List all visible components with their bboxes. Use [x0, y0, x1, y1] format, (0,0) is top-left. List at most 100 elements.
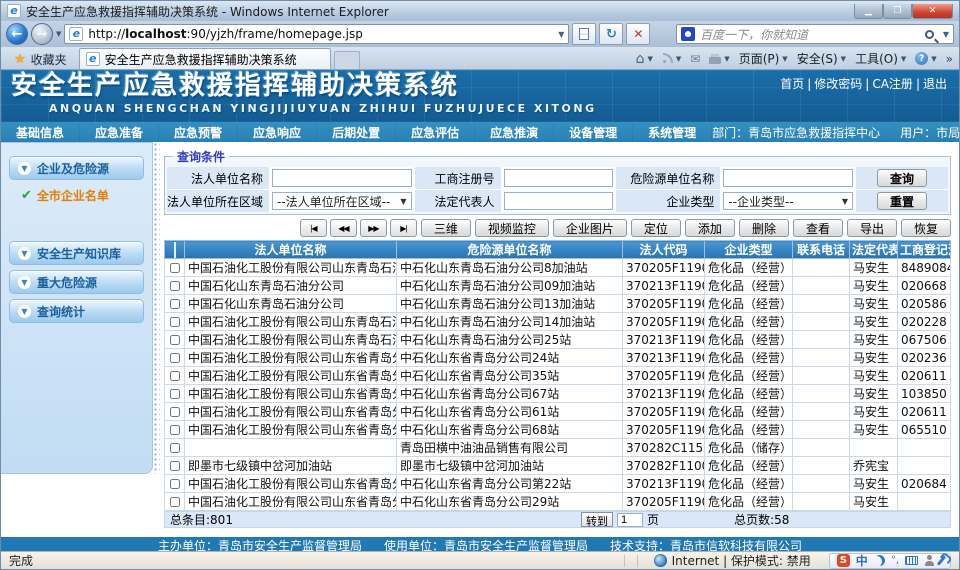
region-select[interactable]: --法人单位所在区域-- ▼	[272, 192, 412, 210]
nav-item[interactable]: 应急评估	[396, 124, 475, 141]
row-checkbox[interactable]	[170, 425, 180, 435]
table-row[interactable]: 中国石油化工股份有限公司山东青岛石油分公司 中石化山东青岛石油分公司14加油站 …	[165, 313, 951, 331]
address-input[interactable]: e http://localhost:90/yjzh/frame/homepag…	[64, 24, 569, 44]
row-checkbox[interactable]	[170, 353, 180, 363]
row-checkbox[interactable]	[170, 407, 180, 417]
pager-button[interactable]: ▶▶	[360, 219, 387, 237]
table-row[interactable]: 中国石油化工股份有限公司山东省青岛分公司 中石化山东省青岛分公司24站 3702…	[165, 349, 951, 367]
sidebar-group-major-hazard[interactable]: ▼ 重大危险源	[9, 270, 144, 294]
reset-button[interactable]: 重置	[877, 192, 927, 210]
row-checkbox[interactable]	[170, 443, 180, 453]
column-header[interactable]: 法人单位名称	[185, 241, 397, 259]
pager-button[interactable]: ◀◀	[330, 219, 357, 237]
toolbar-button[interactable]: 三维	[421, 219, 471, 237]
table-row[interactable]: 中国石油化工股份有限公司山东青岛石油分公司 中石化山东青岛石油分公司25站 37…	[165, 331, 951, 349]
minimize-button[interactable]: ▁	[854, 4, 883, 19]
toolbar-button[interactable]: 查看	[793, 219, 843, 237]
pager-button[interactable]: |◀	[300, 219, 327, 237]
header-link[interactable]: 修改密码	[804, 75, 862, 92]
home-button[interactable]: ⌂▼	[636, 51, 653, 67]
column-header[interactable]: 工商登记注册号	[898, 241, 951, 259]
table-row[interactable]: 中国石油化工股份有限公司山东省青岛分公司 中石化山东省青岛分公司29站 3702…	[165, 493, 951, 511]
nav-item[interactable]: 系统管理	[633, 124, 712, 141]
fullwidth-moon-icon[interactable]	[874, 555, 885, 566]
nav-item[interactable]: 应急准备	[80, 124, 159, 141]
help-button[interactable]: ?▼	[915, 52, 936, 65]
row-checkbox[interactable]	[170, 263, 180, 273]
row-checkbox[interactable]	[170, 497, 180, 507]
nav-item[interactable]: 设备管理	[554, 124, 633, 141]
column-header[interactable]: 企业类型	[705, 241, 793, 259]
row-checkbox[interactable]	[170, 317, 180, 327]
header-link[interactable]: 退出	[913, 75, 947, 92]
history-dropdown-icon[interactable]: ▼	[56, 30, 61, 38]
read-mail-button[interactable]: ✉	[690, 52, 700, 66]
punctuation-icon[interactable]: °,	[891, 555, 899, 566]
url-dropdown-icon[interactable]: ▼	[558, 30, 564, 39]
account-icon[interactable]	[924, 555, 934, 566]
row-checkbox[interactable]	[170, 479, 180, 489]
header-link[interactable]: 首页	[780, 75, 804, 92]
sidebar-group-enterprise-hazard[interactable]: ▼ 企业及危险源	[9, 156, 144, 180]
feeds-button[interactable]: ▼	[662, 53, 681, 64]
compatibility-view-button[interactable]	[572, 23, 596, 45]
table-row[interactable]: 中国石化山东青岛石油分公司 中石化山东青岛石油分公司09加油站 370213F1…	[165, 277, 951, 295]
toolbar-button[interactable]: 定位	[631, 219, 681, 237]
toolbar-button[interactable]: 导出	[847, 219, 897, 237]
close-button[interactable]: ✕	[912, 4, 953, 19]
corp-name-input[interactable]	[272, 169, 412, 187]
page-number-input[interactable]	[617, 513, 643, 527]
sidebar-splitter[interactable]	[153, 142, 160, 474]
sidebar-item-city-enterprise-list[interactable]: ✔ 全市企业名单	[7, 180, 146, 214]
row-checkbox[interactable]	[170, 335, 180, 345]
search-input[interactable]: 百度一下，你就知道 ▼	[676, 24, 954, 44]
table-row[interactable]: 中国石油化工股份有限公司山东省青岛分公司 中石化山东省青岛分公司35站 3702…	[165, 367, 951, 385]
row-checkbox[interactable]	[170, 371, 180, 381]
maximize-button[interactable]: ❐	[883, 4, 912, 19]
print-button[interactable]: ▼	[709, 53, 729, 64]
table-row[interactable]: 中国石油化工股份有限公司山东省青岛分公司 中石化山东省青岛分公司第22站 370…	[165, 475, 951, 493]
settings-wrench-icon[interactable]	[937, 555, 946, 565]
nav-item[interactable]: 基础信息	[1, 124, 80, 141]
menu-tools[interactable]: 工具(O)▼	[855, 50, 906, 67]
table-row[interactable]: 中国石化山东青岛石油分公司 中石化山东青岛石油分公司13加油站 370205F1…	[165, 295, 951, 313]
legal-rep-input[interactable]	[504, 192, 614, 210]
search-button[interactable]: 查询	[877, 169, 927, 187]
goto-page-button[interactable]: 转到	[581, 512, 613, 527]
nav-item[interactable]: 后期处置	[317, 124, 396, 141]
column-header[interactable]: 法定代表人	[850, 241, 898, 259]
table-row[interactable]: 中国石油化工股份有限公司山东省青岛分公司 中石化山东省青岛分公司67站 3702…	[165, 385, 951, 403]
row-checkbox[interactable]	[170, 461, 180, 471]
toolbar-button[interactable]: 删除	[739, 219, 789, 237]
chinese-mode-icon[interactable]: 中	[856, 552, 868, 569]
stop-button[interactable]: ✕	[626, 23, 650, 45]
nav-item[interactable]: 应急推演	[475, 124, 554, 141]
sidebar-group-query-stats[interactable]: ▼ 查询统计	[9, 299, 144, 323]
select-all-header[interactable]	[165, 241, 185, 259]
pager-button[interactable]: ▶|	[390, 219, 417, 237]
table-row[interactable]: 即墨市七级镇中岔河加油站 即墨市七级镇中岔河加油站 370282F110063 …	[165, 457, 951, 475]
menu-page[interactable]: 页面(P)▼	[739, 50, 788, 67]
overflow-chevron-icon[interactable]: »	[946, 52, 953, 66]
table-row[interactable]: 中国石油化工股份有限公司山东省青岛分公司 中石化山东省青岛分公司61站 3702…	[165, 403, 951, 421]
toolbar-button[interactable]: 企业图片	[553, 219, 627, 237]
search-icon[interactable]	[925, 30, 934, 39]
row-checkbox[interactable]	[170, 299, 180, 309]
column-header[interactable]: 法人代码	[623, 241, 705, 259]
column-header[interactable]: 危险源单位名称	[397, 241, 623, 259]
toolbar-button[interactable]: 恢复	[901, 219, 951, 237]
toolbar-button[interactable]: 视频监控	[475, 219, 549, 237]
enterprise-type-select[interactable]: --企业类型-- ▼	[723, 192, 853, 210]
table-row[interactable]: 中国石油化工股份有限公司山东青岛石油分公司 中石化山东青岛石油分公司8加油站 3…	[165, 259, 951, 277]
nav-item[interactable]: 应急预警	[159, 124, 238, 141]
menu-safety[interactable]: 安全(S)▼	[797, 50, 846, 67]
table-row[interactable]: 中国石油化工股份有限公司山东省青岛分公司 中石化山东省青岛分公司68站 3702…	[165, 421, 951, 439]
column-header[interactable]: 联系电话	[793, 241, 850, 259]
refresh-button[interactable]: ↻	[599, 23, 623, 45]
table-row[interactable]: 青岛田横中油油品销售有限公司 370282C115602 危化品（储存）	[165, 439, 951, 457]
favorites-button[interactable]: ★ 收藏夹	[5, 50, 76, 69]
row-checkbox[interactable]	[170, 281, 180, 291]
tab-active[interactable]: e 安全生产应急救援指挥辅助决策系统	[79, 48, 331, 69]
nav-item[interactable]: 应急响应	[238, 124, 317, 141]
row-checkbox[interactable]	[170, 389, 180, 399]
